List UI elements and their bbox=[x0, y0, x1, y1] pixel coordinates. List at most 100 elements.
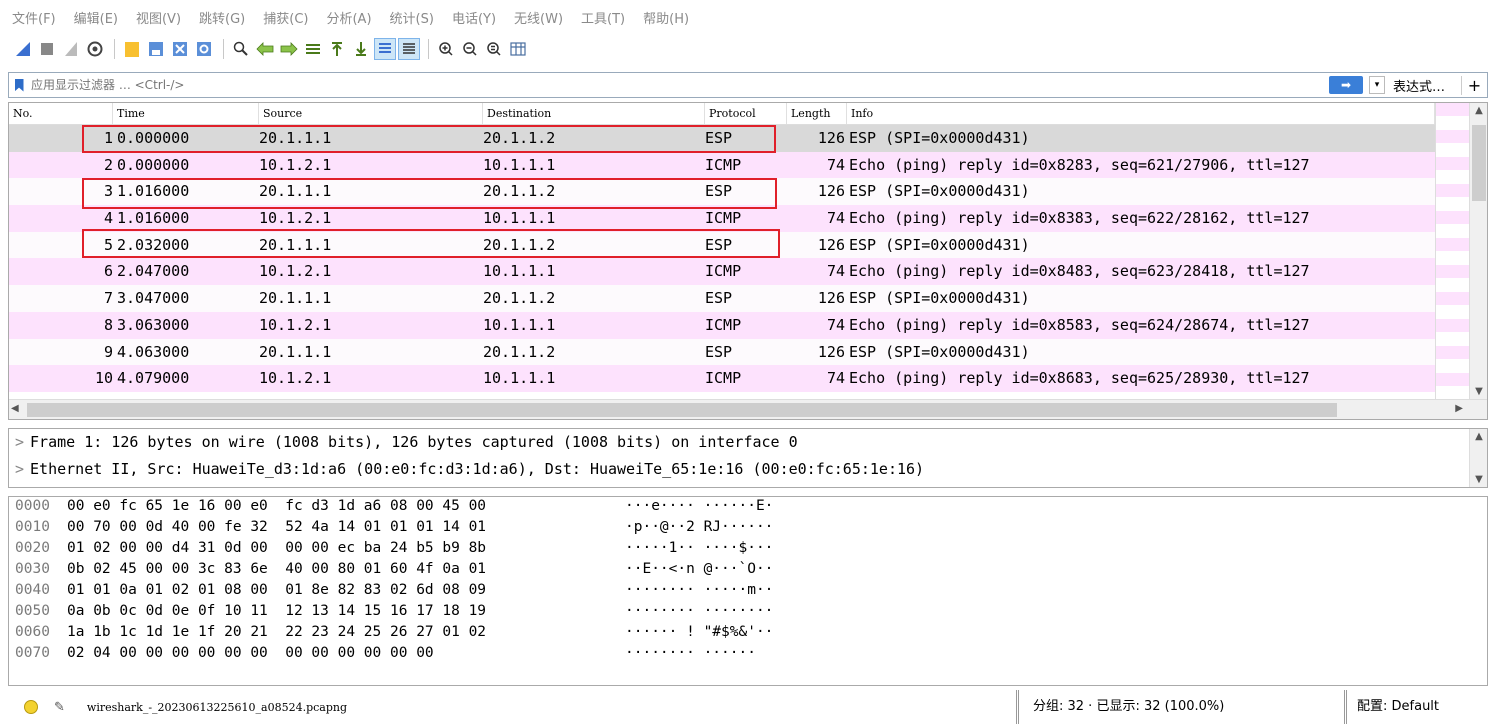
save-file-icon[interactable] bbox=[145, 38, 167, 60]
packet-row[interactable]: 7 3.047000 20.1.1.1 20.1.1.2 ESP 126 ESP (SPI=… bbox=[9, 285, 1435, 312]
packet-cell-no: 9 bbox=[103, 342, 113, 361]
bytes-hex: 01 02 00 00 d4 31 0d 00 00 00 ec ba 24 b… bbox=[67, 540, 487, 556]
packet-row[interactable]: 8 3.063000 10.1.2.1 10.1.1.1 ICMP 74 Echo (pin… bbox=[9, 311, 1435, 339]
colorize-icon[interactable] bbox=[398, 38, 420, 60]
toolbar-separator bbox=[223, 39, 224, 59]
last-packet-icon[interactable] bbox=[350, 38, 372, 60]
packet-row[interactable]: 3 1.016000 20.1.1.1 20.1.1.2 ESP 126 ESP (SPI=… bbox=[9, 178, 1435, 206]
first-packet-icon[interactable] bbox=[326, 38, 348, 60]
scroll-left-icon[interactable]: ◀ bbox=[11, 403, 19, 414]
packet-cell-time: 1.016000 bbox=[117, 182, 190, 201]
status-profile[interactable]: 配置: Default bbox=[1344, 690, 1439, 724]
packet-list-vertical-scrollbar[interactable]: ▲ ▼ bbox=[1469, 103, 1487, 399]
scrollbar-thumb[interactable] bbox=[1472, 125, 1486, 201]
packet-minimap[interactable] bbox=[1435, 103, 1469, 399]
menu-item[interactable]: 视图(V) bbox=[136, 8, 181, 27]
scroll-down-icon[interactable]: ▼ bbox=[1470, 386, 1487, 397]
scroll-right-icon[interactable]: ▶ bbox=[1455, 403, 1463, 414]
filter-history-dropdown[interactable]: ▾ bbox=[1368, 76, 1385, 94]
bytes-hex: 00 70 00 0d 40 00 fe 32 52 4a 14 01 01 0… bbox=[67, 519, 487, 535]
bytes-row[interactable]: 0060 1a 1b 1c 1d 1e 1f 20 21 22 23 24 25 … bbox=[9, 623, 1487, 644]
column-header-protocol[interactable]: Protocol bbox=[705, 103, 787, 124]
bytes-row[interactable]: 0000 00 e0 fc 65 1e 16 00 e0 fc d3 1d a6 … bbox=[9, 497, 1487, 518]
menu-item[interactable]: 帮助(H) bbox=[643, 8, 689, 27]
expand-arrow-icon[interactable]: > bbox=[15, 433, 24, 451]
restart-capture-icon[interactable] bbox=[60, 38, 82, 60]
menu-item[interactable]: 跳转(G) bbox=[199, 8, 245, 27]
details-vertical-scrollbar[interactable]: ▲ ▼ bbox=[1469, 429, 1487, 487]
menu-item[interactable]: 文件(F) bbox=[12, 8, 56, 27]
bytes-offset: 0000 bbox=[15, 498, 50, 514]
zoom-out-icon[interactable] bbox=[459, 38, 481, 60]
capture-comment-icon[interactable]: ✎ bbox=[54, 700, 65, 715]
go-back-icon[interactable] bbox=[254, 38, 276, 60]
packet-row[interactable]: 9 4.063000 20.1.1.1 20.1.1.2 ESP 126 ESP (SPI=… bbox=[9, 338, 1435, 366]
packet-cell-len: 74 bbox=[826, 369, 845, 388]
bookmark-icon[interactable] bbox=[11, 75, 27, 95]
bytes-row[interactable]: 0030 0b 02 45 00 00 3c 83 6e 40 00 80 01 … bbox=[9, 560, 1487, 581]
go-to-packet-icon[interactable] bbox=[302, 38, 324, 60]
shark-fin-start-icon[interactable] bbox=[12, 38, 34, 60]
packet-cell-dst: 20.1.1.2 bbox=[483, 289, 556, 308]
packet-cell-dst: 10.1.1.1 bbox=[483, 369, 556, 388]
menu-item[interactable]: 电话(Y) bbox=[452, 8, 496, 27]
packet-row[interactable]: 2 0.000000 10.1.2.1 10.1.1.1 ICMP 74 Echo (pin… bbox=[9, 151, 1435, 179]
scrollbar-thumb[interactable] bbox=[27, 403, 1337, 417]
menu-item[interactable]: 编辑(E) bbox=[74, 8, 118, 27]
bytes-row[interactable]: 0020 01 02 00 00 d4 31 0d 00 00 00 ec ba … bbox=[9, 539, 1487, 560]
bytes-hex: 01 01 0a 01 02 01 08 00 01 8e 82 83 02 6… bbox=[67, 582, 487, 598]
packet-list-horizontal-scrollbar[interactable]: ◀ ▶ bbox=[9, 399, 1487, 419]
capture-options-icon[interactable] bbox=[84, 38, 106, 60]
bytes-offset: 0050 bbox=[15, 603, 50, 619]
bytes-row[interactable]: 0040 01 01 0a 01 02 01 08 00 01 8e 82 83 … bbox=[9, 581, 1487, 602]
auto-scroll-icon[interactable] bbox=[374, 38, 396, 60]
main-toolbar bbox=[0, 34, 1496, 64]
apply-filter-button[interactable]: ➡ bbox=[1328, 76, 1363, 94]
menu-item[interactable]: 捕获(C) bbox=[263, 8, 308, 27]
scroll-up-icon[interactable]: ▲ bbox=[1470, 105, 1487, 116]
packet-row[interactable]: 1 0.000000 20.1.1.1 20.1.1.2 ESP 126 ESP (SPI=… bbox=[9, 125, 1435, 152]
open-file-icon[interactable] bbox=[121, 38, 143, 60]
resize-columns-icon[interactable] bbox=[507, 38, 529, 60]
packet-cell-no: 6 bbox=[103, 262, 113, 281]
column-header-time[interactable]: Time bbox=[113, 103, 259, 124]
details-row-frame[interactable]: > Frame 1: 126 bytes on wire (1008 bits),… bbox=[9, 429, 1487, 456]
display-filter-input[interactable] bbox=[27, 74, 1329, 96]
zoom-normal-icon[interactable] bbox=[483, 38, 505, 60]
expert-info-icon[interactable] bbox=[24, 700, 38, 714]
column-header-length[interactable]: Length bbox=[787, 103, 847, 124]
go-forward-icon[interactable] bbox=[278, 38, 300, 60]
arrow-right-icon: ➡ bbox=[1340, 78, 1352, 92]
packet-cell-time: 3.063000 bbox=[117, 315, 190, 334]
packet-row[interactable]: 6 2.047000 10.1.2.1 10.1.1.1 ICMP 74 Echo (pin… bbox=[9, 258, 1435, 286]
stop-capture-icon[interactable] bbox=[36, 38, 58, 60]
expand-arrow-icon[interactable]: > bbox=[15, 460, 24, 478]
packet-bytes-pane: 0000 00 e0 fc 65 1e 16 00 e0 fc d3 1d a6 … bbox=[8, 496, 1488, 686]
packet-cell-proto: ICMP bbox=[705, 262, 742, 281]
scroll-up-icon[interactable]: ▲ bbox=[1470, 431, 1487, 442]
menu-item[interactable]: 工具(T) bbox=[581, 8, 625, 27]
column-header-info[interactable]: Info bbox=[847, 103, 1435, 124]
packet-row[interactable]: 4 1.016000 10.1.2.1 10.1.1.1 ICMP 74 Echo (pin… bbox=[9, 205, 1435, 232]
scroll-down-icon[interactable]: ▼ bbox=[1470, 474, 1487, 485]
menu-item[interactable]: 分析(A) bbox=[326, 8, 371, 27]
bytes-row[interactable]: 0050 0a 0b 0c 0d 0e 0f 10 11 12 13 14 15 … bbox=[9, 602, 1487, 623]
add-filter-button[interactable]: + bbox=[1461, 75, 1487, 95]
packet-cell-dst: 10.1.1.1 bbox=[483, 209, 556, 228]
details-row-ethernet[interactable]: > Ethernet II, Src: HuaweiTe_d3:1d:a6 (00… bbox=[9, 456, 1487, 483]
bytes-row[interactable]: 0010 00 70 00 0d 40 00 fe 32 52 4a 14 01 … bbox=[9, 518, 1487, 539]
column-header-source[interactable]: Source bbox=[259, 103, 483, 124]
find-packet-icon[interactable] bbox=[230, 38, 252, 60]
packet-row[interactable]: 10 4.079000 10.1.2.1 10.1.1.1 ICMP 74 Echo (pi… bbox=[9, 365, 1435, 392]
menu-item[interactable]: 统计(S) bbox=[390, 8, 434, 27]
zoom-in-icon[interactable] bbox=[435, 38, 457, 60]
column-header-destination[interactable]: Destination bbox=[483, 103, 705, 124]
reload-file-icon[interactable] bbox=[193, 38, 215, 60]
menu-item[interactable]: 无线(W) bbox=[514, 8, 563, 27]
expression-button[interactable]: 表达式… bbox=[1393, 76, 1445, 95]
column-header-no[interactable]: No. bbox=[9, 103, 113, 124]
bytes-row[interactable]: 0070 02 04 00 00 00 00 00 00 00 00 00 00 … bbox=[9, 644, 1487, 665]
packet-row[interactable]: 5 2.032000 20.1.1.1 20.1.1.2 ESP 126 ESP (SPI=… bbox=[9, 231, 1435, 259]
close-file-icon[interactable] bbox=[169, 38, 191, 60]
packet-cell-info: ESP (SPI=0x0000d431) bbox=[849, 235, 1030, 254]
